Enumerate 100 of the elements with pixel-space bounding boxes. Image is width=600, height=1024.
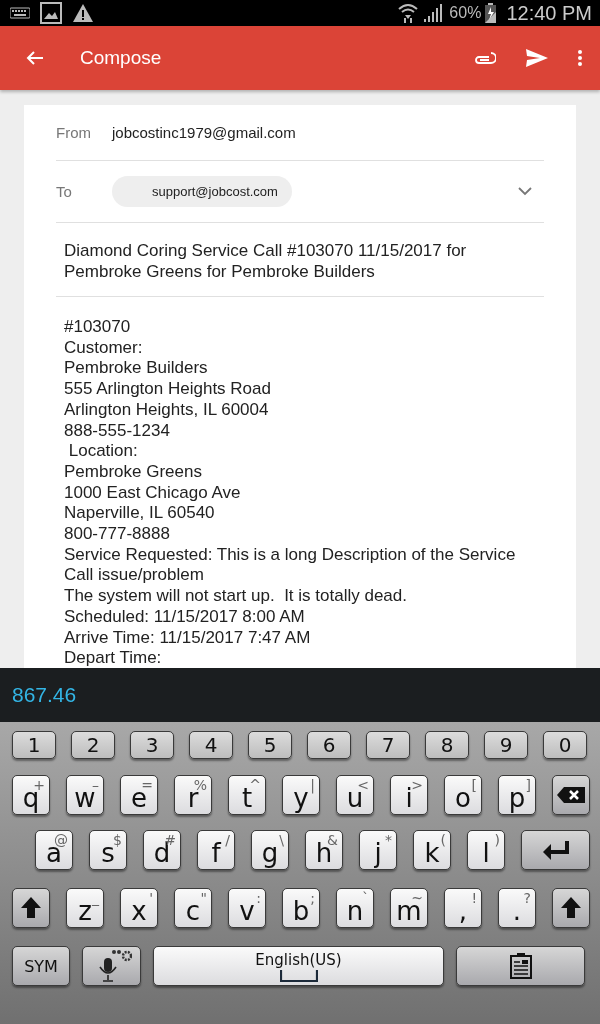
letter-key[interactable]: s$: [89, 830, 127, 870]
shift-arrow-icon: [20, 896, 42, 920]
body-line: Scheduled: 11/15/2017 8:00 AM: [64, 606, 306, 628]
number-key[interactable]: 5: [248, 731, 292, 759]
battery-percent: 60%: [449, 4, 482, 22]
alternate-symbol: (: [440, 832, 446, 848]
number-key[interactable]: 9: [484, 731, 528, 759]
symbols-key[interactable]: SYM: [12, 946, 70, 986]
body-line: Naperville, IL 60540: [64, 503, 216, 525]
alternate-symbol: ': [149, 890, 153, 906]
body-line: Pembroke Builders: [64, 358, 209, 380]
overflow-menu-icon: [578, 50, 582, 66]
warning-icon: [72, 3, 94, 23]
letter-key[interactable]: u<: [336, 775, 374, 815]
letter-key[interactable]: .?: [498, 888, 536, 928]
backspace-key[interactable]: [552, 775, 590, 815]
alternate-symbol: <: [357, 777, 369, 793]
subject-field[interactable]: Diamond Coring Service Call #103070 11/15/2017 for Pembroke Greens for Pembroke Builders: [64, 240, 544, 282]
letter-key[interactable]: o[: [444, 775, 482, 815]
alternate-symbol: |: [310, 777, 315, 793]
suggestion-word[interactable]: 867.46: [12, 683, 77, 707]
enter-key[interactable]: [521, 830, 590, 870]
alternate-symbol: &: [327, 832, 338, 848]
screen-title: Compose: [80, 47, 163, 69]
letter-key[interactable]: w–: [66, 775, 104, 815]
alternate-symbol: \: [279, 832, 284, 848]
letter-key[interactable]: z_: [66, 888, 104, 928]
body-line: Arlington Heights, IL 60004: [64, 399, 270, 421]
number-key[interactable]: 0: [543, 731, 587, 759]
back-arrow-icon: [26, 50, 44, 66]
body-line: The system will not start up. It is totally dead.: [64, 586, 408, 607]
alternate-symbol: :: [256, 890, 261, 906]
alternate-symbol: +: [33, 777, 45, 793]
alternate-symbol: ]: [525, 777, 531, 793]
letter-key[interactable]: m~: [390, 888, 428, 928]
letter-key[interactable]: n`: [336, 888, 374, 928]
body-line: Pembroke Greens: [64, 461, 203, 483]
alternate-symbol: *: [385, 832, 392, 848]
clock: 12:40 PM: [506, 1, 592, 25]
alternate-symbol: ~: [411, 890, 423, 906]
voice-input-key[interactable]: [82, 946, 141, 986]
letter-key[interactable]: f /: [197, 830, 235, 870]
letter-key[interactable]: h&: [305, 830, 343, 870]
number-key[interactable]: 8: [425, 731, 469, 759]
backspace-icon: [556, 786, 586, 804]
shift-key[interactable]: [552, 888, 590, 928]
letter-key[interactable]: l ): [467, 830, 505, 870]
alternate-symbol: _: [92, 890, 99, 906]
clipboard-icon: [509, 953, 532, 979]
alternate-symbol: >: [411, 777, 423, 793]
battery-icon: [485, 3, 497, 23]
letter-key[interactable]: e=: [120, 775, 158, 815]
number-key[interactable]: 1: [12, 731, 56, 759]
image-icon: [40, 2, 62, 24]
letter-key[interactable]: v:: [228, 888, 266, 928]
letter-key[interactable]: a@: [35, 830, 73, 870]
alternate-symbol: @: [54, 832, 68, 848]
alternate-symbol: `: [362, 890, 369, 906]
sender-address: jobcostinc1979@gmail.com: [112, 124, 296, 141]
body-line: Service Requested: This is a long Description of the Service Call issue/problem: [64, 544, 517, 587]
alternate-symbol: –: [92, 777, 99, 793]
body-line: 555 Arlington Heights Road: [64, 379, 272, 400]
letter-key[interactable]: c": [174, 888, 212, 928]
chevron-down-icon: [518, 187, 532, 196]
letter-key[interactable]: q+: [12, 775, 50, 815]
language-label: English(US): [255, 951, 342, 969]
wifi-icon: [397, 2, 420, 24]
send-icon: [526, 49, 548, 67]
number-key[interactable]: 7: [366, 731, 410, 759]
space-bracket-icon: [279, 970, 318, 982]
shift-arrow-icon: [560, 896, 582, 920]
body-line: 888-555-1234: [64, 420, 171, 442]
space-bar[interactable]: English(US): [153, 946, 444, 986]
letter-key[interactable]: , !: [444, 888, 482, 928]
shift-key[interactable]: [12, 888, 50, 928]
letter-key[interactable]: j*: [359, 830, 397, 870]
letter-key[interactable]: t^: [228, 775, 266, 815]
letter-key[interactable]: x': [120, 888, 158, 928]
letter-key[interactable]: r%: [174, 775, 212, 815]
letter-key[interactable]: b;: [282, 888, 320, 928]
number-key[interactable]: 4: [189, 731, 233, 759]
alternate-symbol: %: [193, 777, 207, 793]
body-line: Depart Time:: [64, 648, 163, 668]
recipient-chip[interactable]: support@jobcost.com: [112, 176, 292, 207]
letter-key[interactable]: p]: [498, 775, 536, 815]
letter-key[interactable]: g\: [251, 830, 289, 870]
alternate-symbol: ?: [523, 890, 531, 906]
letter-key[interactable]: k(: [413, 830, 451, 870]
body-line: #103070: [64, 317, 132, 338]
alternate-symbol: =: [141, 777, 153, 793]
number-key[interactable]: 6: [307, 731, 351, 759]
body-line: Location:: [67, 441, 139, 462]
to-label: To: [56, 183, 73, 200]
letter-key[interactable]: i>: [390, 775, 428, 815]
clipboard-key[interactable]: [456, 946, 585, 986]
from-label: From: [56, 124, 92, 141]
number-key[interactable]: 3: [130, 731, 174, 759]
body-line: Arrive Time: 11/15/2017 7:47 AM: [64, 627, 312, 649]
letter-key[interactable]: y|: [282, 775, 320, 815]
number-key[interactable]: 2: [71, 731, 115, 759]
